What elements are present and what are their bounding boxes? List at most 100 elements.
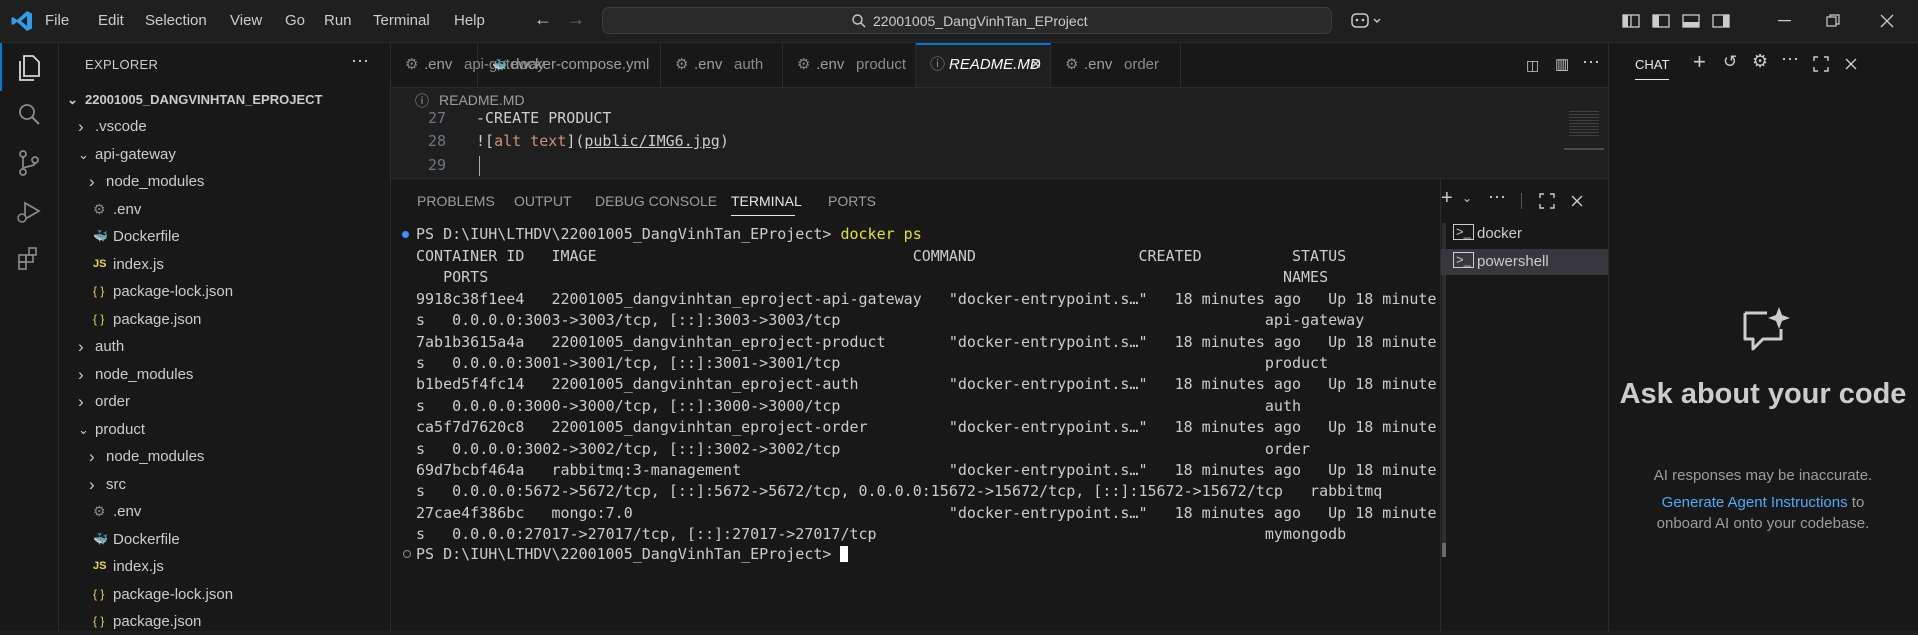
tree-item-index-js[interactable]: JS index.js xyxy=(59,553,390,580)
toggle-panel-icon[interactable] xyxy=(1682,13,1700,29)
editor-tab[interactable]: 🐳 docker-compose.yml xyxy=(478,43,661,87)
generate-instructions-link[interactable]: Generate Agent Instructions xyxy=(1662,494,1848,511)
editor-tab[interactable]: ⓘ README.MD ✕ xyxy=(916,43,1051,87)
search-text: 22001005_DangVinhTan_EProject xyxy=(873,13,1088,29)
tree-item-label: auth xyxy=(95,338,125,355)
search-icon xyxy=(852,14,866,28)
breadcrumb-file[interactable]: README.MD xyxy=(439,92,525,108)
code-editor[interactable]: 27 -CREATE PRODUCT 28 ![alt text](public… xyxy=(391,110,1608,178)
editor-tab[interactable]: ⚙ .env order xyxy=(1051,43,1181,87)
docker-icon: 🐳 xyxy=(93,229,108,243)
toggle-primary-sidebar-icon[interactable] xyxy=(1652,13,1670,29)
open-preview-icon[interactable]: ◫ xyxy=(1526,57,1539,74)
menu-run[interactable]: Run xyxy=(324,12,352,29)
restore-icon[interactable] xyxy=(1826,14,1840,28)
tree-item-dockerfile[interactable]: 🐳 Dockerfile xyxy=(59,223,390,250)
tree-item-vscode[interactable]: › .vscode xyxy=(59,113,390,140)
tree-item-index-js[interactable]: JS index.js xyxy=(59,251,390,278)
tree-item-label: index.js xyxy=(113,558,164,575)
tree-item-label: order xyxy=(95,393,131,410)
final-prompt-line: PS D:\IUH\LTHDV\22001005_DangVinhTan_EPr… xyxy=(416,543,849,565)
toggle-secondary-sidebar-icon[interactable] xyxy=(1712,13,1730,29)
editor-tab[interactable]: ⚙ .env api-gateway xyxy=(391,43,545,87)
menu-file[interactable]: File xyxy=(45,12,69,29)
chat-panel: CHAT + ↺ ⚙ ⋯ Ask about your code AI resp… xyxy=(1608,43,1918,631)
tree-item-dockerfile[interactable]: 🐳 Dockerfile xyxy=(59,526,390,553)
tree-item-label: api-gateway xyxy=(95,145,176,163)
editor-tab[interactable]: ⚙ .env product xyxy=(783,43,916,87)
tree-item-label: .vscode xyxy=(95,118,147,135)
menu-help[interactable]: Help xyxy=(454,12,485,29)
close-chat-icon[interactable] xyxy=(1845,58,1857,70)
workspace-root[interactable]: ⌄ 22001005_DANGVINHTAN_EPROJECT xyxy=(59,86,390,113)
terminal-output[interactable]: PS D:\IUH\LTHDV\22001005_DangVinhTan_EPr… xyxy=(400,223,1440,631)
chat-more-icon[interactable]: ⋯ xyxy=(1781,49,1799,70)
search-view-icon[interactable] xyxy=(14,100,44,130)
forward-arrow-icon[interactable]: → xyxy=(567,9,585,30)
tree-item-package-lock-json[interactable]: { } package-lock.json xyxy=(59,581,390,608)
menu-view[interactable]: View xyxy=(230,12,262,29)
tree-item-env[interactable]: ⚙ .env xyxy=(59,498,390,525)
explorer-files-icon[interactable] xyxy=(14,52,44,82)
menu-selection[interactable]: Selection xyxy=(145,12,207,29)
new-chat-icon[interactable]: + xyxy=(1693,49,1706,75)
editor-more-icon[interactable]: ⋯ xyxy=(1582,52,1600,73)
line-number: 28 xyxy=(427,132,446,150)
terminal-list: >_ docker >_ powershell xyxy=(1440,178,1608,631)
tree-item-src[interactable]: › src xyxy=(59,471,390,498)
tree-item-order[interactable]: › order xyxy=(59,388,390,415)
history-icon[interactable]: ↺ xyxy=(1723,52,1737,72)
split-editor-icon[interactable]: ▥ xyxy=(1555,55,1569,73)
final-prompt-text: PS D:\IUH\LTHDV\22001005_DangVinhTan_EPr… xyxy=(416,545,832,563)
terminal-item-powershell[interactable]: >_ powershell xyxy=(1441,249,1608,275)
tree-item-label: src xyxy=(106,475,126,493)
tree-item-node-modules[interactable]: › node_modules xyxy=(59,443,390,470)
chat-title[interactable]: CHAT xyxy=(1635,57,1669,72)
source-control-icon[interactable] xyxy=(14,148,44,178)
close-window-icon[interactable] xyxy=(1880,14,1894,28)
tree-item-node-modules[interactable]: › node_modules xyxy=(59,168,390,195)
chevron-right-icon: › xyxy=(89,172,95,191)
chevron-right-icon: › xyxy=(78,337,84,356)
tab-debug-console[interactable]: DEBUG CONSOLE xyxy=(595,193,717,209)
tab-problems[interactable]: PROBLEMS xyxy=(417,193,495,209)
tree-item-package-lock-json[interactable]: { } package-lock.json xyxy=(59,278,390,305)
menu-terminal[interactable]: Terminal xyxy=(373,12,430,29)
tree-item-label: node_modules xyxy=(106,448,205,465)
run-debug-icon[interactable] xyxy=(14,196,44,226)
extensions-icon[interactable] xyxy=(14,243,44,273)
tab-terminal[interactable]: TERMINAL xyxy=(731,193,802,209)
tree-item-package-json[interactable]: { } package.json xyxy=(59,306,390,333)
terminal-item-docker[interactable]: >_ docker xyxy=(1441,221,1608,247)
minimap[interactable] xyxy=(1561,110,1606,156)
tree-item-label: node_modules xyxy=(95,365,194,383)
link-suffix: to xyxy=(1847,494,1865,511)
tab-label: .env xyxy=(816,56,845,73)
minimize-icon[interactable]: ─ xyxy=(1778,10,1791,31)
copilot-icon[interactable] xyxy=(1350,11,1384,31)
tree-item-product[interactable]: ⌄ product xyxy=(59,416,390,443)
tree-item-env[interactable]: ⚙ .env xyxy=(59,196,390,223)
layout-toggle-icon[interactable] xyxy=(1622,13,1640,29)
command-center-search[interactable]: 22001005_DangVinhTan_EProject xyxy=(602,7,1332,34)
gear-icon[interactable]: ⚙ xyxy=(1752,51,1768,72)
maximize-chat-icon[interactable] xyxy=(1813,56,1829,72)
tab-description: product xyxy=(856,56,907,73)
command-text: docker ps xyxy=(840,225,922,243)
menu-go[interactable]: Go xyxy=(285,12,305,29)
tree-item-auth[interactable]: › auth xyxy=(59,333,390,360)
tree-item-node-modules[interactable]: › node_modules xyxy=(59,361,390,388)
chevron-right-icon: › xyxy=(78,364,84,384)
tab-output[interactable]: OUTPUT xyxy=(514,193,572,209)
tree-item-api-gateway[interactable]: ⌄ api-gateway xyxy=(59,141,390,168)
tab-ports[interactable]: PORTS xyxy=(828,193,876,209)
gear-icon: ⚙ xyxy=(93,503,106,519)
menu-edit[interactable]: Edit xyxy=(98,12,124,29)
docker-icon: 🐳 xyxy=(93,531,108,546)
tab-label: README.MD xyxy=(949,56,1041,73)
more-actions-icon[interactable]: ⋯ xyxy=(351,51,369,72)
tree-item-label: node_modules xyxy=(106,173,205,190)
editor-tab[interactable]: ⚙ .env auth xyxy=(661,43,783,87)
back-arrow-icon[interactable]: ← xyxy=(534,9,552,30)
close-tab-icon[interactable]: ✕ xyxy=(1029,45,1042,85)
